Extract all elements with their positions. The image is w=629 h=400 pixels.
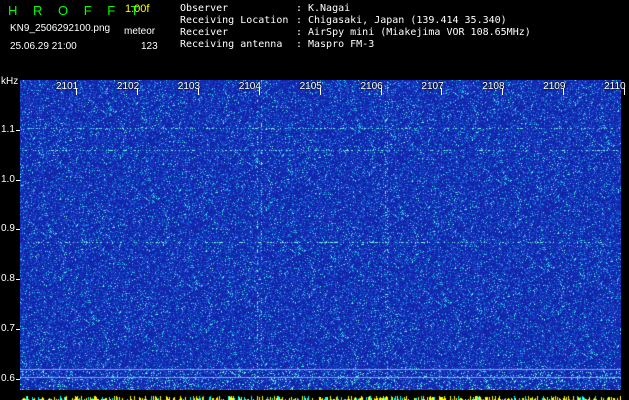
time-axis-label: 2104 — [238, 81, 261, 92]
time-axis-tick — [197, 88, 199, 95]
info-row-antenna: Receiving antenna : Maspro FM-3 — [0, 40, 629, 52]
time-axis-label: 2105 — [299, 81, 322, 92]
y-axis-tick — [16, 379, 20, 380]
y-axis-tick — [16, 329, 20, 330]
time-axis-tick — [258, 88, 260, 95]
info-colon: : — [296, 39, 303, 50]
detection-strip-canvas — [20, 395, 621, 400]
detection-strip — [20, 390, 621, 400]
time-axis-tick — [563, 88, 565, 95]
time-axis-tick — [624, 88, 626, 95]
time-axis-tick — [136, 88, 138, 95]
y-axis-label: 0.9 — [1, 223, 15, 234]
time-axis-label: 2108 — [482, 81, 505, 92]
y-axis-label: 0.8 — [1, 273, 15, 284]
time-axis-label: 2101 — [56, 81, 79, 92]
time-axis-label: 2103 — [177, 81, 201, 92]
y-axis-tick — [16, 130, 20, 131]
time-axis-tick — [502, 88, 504, 95]
info-value: Maspro FM-3 — [308, 39, 375, 50]
header-panel: H R O F F T 1.00f KN9_2506292100.png met… — [0, 0, 629, 78]
info-key: Receiver — [180, 27, 229, 38]
time-axis-label: 2110 — [604, 81, 626, 92]
info-key: Receiving antenna — [180, 39, 283, 50]
y-axis-tick — [16, 279, 20, 280]
info-key: Observer — [180, 3, 229, 14]
info-colon: : — [296, 27, 303, 38]
axis-unit-label: kHz — [1, 76, 19, 87]
time-axis-label: 2109 — [543, 81, 566, 92]
time-axis-tick — [380, 88, 382, 95]
y-axis-label: 0.7 — [1, 323, 15, 334]
time-axis-tick — [441, 88, 443, 95]
info-value: K.Nagai — [308, 3, 351, 14]
y-axis-label: 1.1 — [1, 124, 15, 135]
time-axis-tick — [76, 88, 77, 95]
info-colon: : — [296, 15, 303, 26]
y-axis-label: 1.0 — [1, 174, 15, 185]
time-axis-label: 2102 — [116, 81, 140, 92]
info-value: Chigasaki, Japan (139.414 35.340) — [308, 15, 507, 26]
y-axis-tick — [16, 180, 20, 181]
spectrogram — [20, 80, 621, 392]
info-value: AirSpy mini (Miakejima VOR 108.65MHz) — [308, 27, 531, 38]
y-axis-tick — [16, 229, 20, 230]
time-axis-label: 2107 — [421, 81, 444, 92]
time-axis-label: 2106 — [360, 81, 383, 92]
time-axis-tick — [319, 88, 321, 95]
y-axis-label: 0.6 — [1, 373, 15, 384]
info-key: Receiving Location — [180, 15, 289, 26]
info-colon: : — [296, 3, 303, 14]
spectrogram-noise — [20, 80, 621, 392]
